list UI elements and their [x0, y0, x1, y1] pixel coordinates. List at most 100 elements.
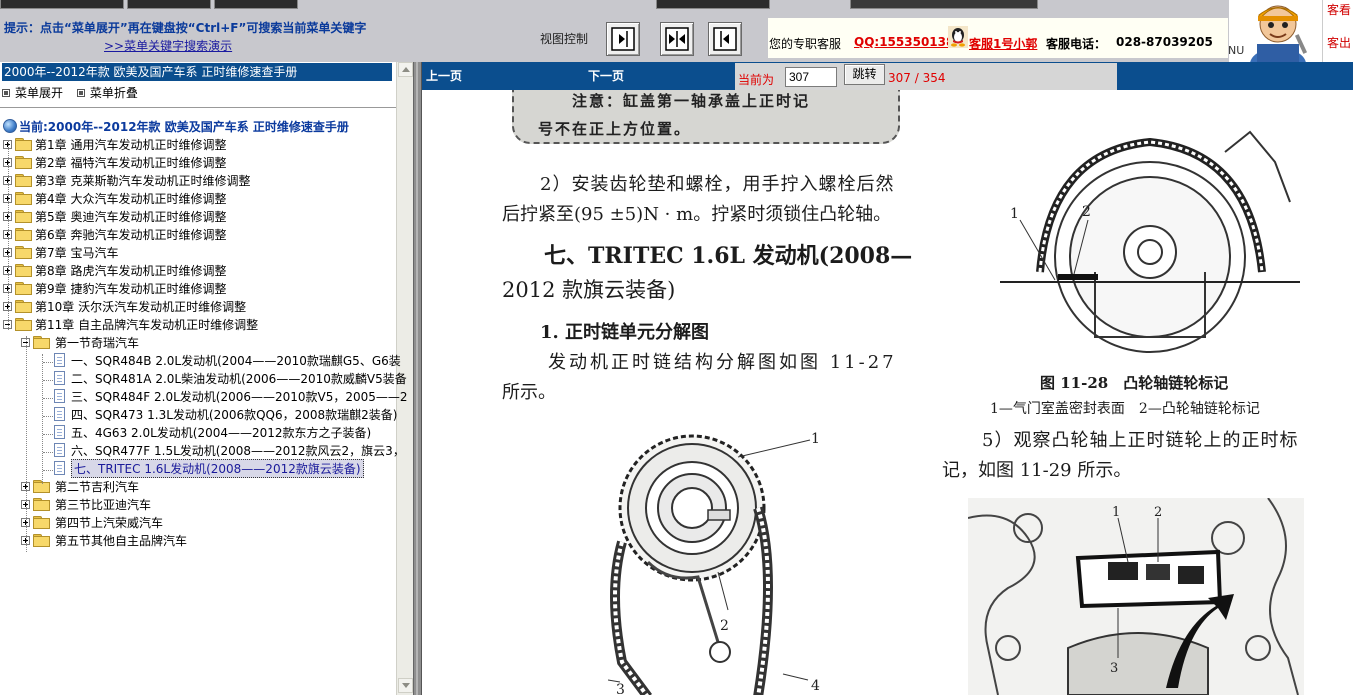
camshaft-timing-mark-photo: 1 2 3 — [968, 498, 1304, 695]
step-5-line-1: 5）观察凸轮轴上正时链轮上的正时标 — [982, 430, 1299, 451]
tree-doc-item[interactable]: 七、TRITEC 1.6L发动机(2008——2012款旗云装备) — [54, 458, 364, 478]
tree-doc-item[interactable]: 二、SQR481A 2.0L柴油发动机(2006——2010款威麟V5装备 — [54, 369, 407, 387]
step-2-line-1: 2）安装齿轮垫和螺栓，用手拧入螺栓后然 — [540, 174, 895, 195]
folder-icon — [15, 210, 32, 223]
page-navigation-bar: 上一页 下一页 当前为 跳转 307 / 354 — [422, 62, 1353, 90]
tree-doc-label: 七、TRITEC 1.6L发动机(2008——2012款旗云装备) — [71, 458, 364, 478]
callout-4: 4 — [811, 678, 820, 694]
section-heading-line-1: 七、TRITEC 1.6L 发动机(2008— — [544, 243, 913, 269]
qq-penguin-icon[interactable] — [948, 26, 968, 48]
tree-chapter-10[interactable]: 第10章 沃尔沃汽车发动机正时维修调整 — [3, 297, 246, 315]
side-links: 客看 客出 — [1322, 0, 1353, 62]
fig29-callout-1: 1 — [1112, 505, 1120, 520]
tree-doc-label: 四、SQR473 1.3L发动机(2006款QQ6，2008款瑞麒2装备) — [71, 407, 398, 422]
search-demo-link[interactable]: >>菜单关键字搜索演示 — [104, 37, 232, 54]
menu-expand-button[interactable]: 菜单展开 — [2, 84, 63, 101]
tree-chapter-3[interactable]: 第3章 克莱斯勒汽车发动机正时维修调整 — [3, 171, 250, 189]
tree-section-2[interactable]: 第二节吉利汽车 — [21, 477, 139, 495]
qq-link[interactable]: QQ:1553501388 — [854, 35, 963, 49]
phone-label: 客服电话： — [1046, 37, 1107, 51]
folder-icon — [15, 156, 32, 169]
callout-1: 1 — [811, 431, 820, 447]
goto-page-button[interactable]: 跳转 — [844, 64, 885, 85]
folder-open-icon — [15, 318, 32, 331]
document-icon — [54, 353, 65, 367]
tree-chapter-label: 第1章 通用汽车发动机正时维修调整 — [35, 137, 227, 152]
folder-icon — [33, 516, 50, 529]
top-menu-button-3[interactable] — [214, 0, 298, 9]
tree-doc-item[interactable]: 四、SQR473 1.3L发动机(2006款QQ6，2008款瑞麒2装备) — [54, 405, 398, 423]
search-tip-text: 提示：点击“菜单展开”再在键盘按“Ctrl+F”可搜索当前菜单关键字 — [4, 21, 367, 35]
view-left-button[interactable] — [708, 22, 742, 56]
next-page-link[interactable]: 下一页 — [588, 67, 624, 84]
scroll-up-icon — [402, 67, 410, 72]
folder-icon — [15, 246, 32, 259]
menu-tree-panel: 2000年--2012年款 欧美及国产车系 正时维修速查手册 菜单展开 菜单折叠… — [0, 62, 413, 695]
tree-chapter-5[interactable]: 第5章 奥迪汽车发动机正时维修调整 — [3, 207, 226, 225]
camshaft-sprocket-diagram: 1 2 — [1000, 130, 1300, 353]
folder-icon — [15, 300, 32, 313]
page-count: 307 / 354 — [888, 71, 946, 85]
folder-icon — [15, 282, 32, 295]
folder-open-icon — [33, 336, 50, 349]
body-line-2: 所示。 — [502, 382, 556, 403]
top-menu-button-4[interactable] — [656, 0, 770, 9]
tree-chapter-2[interactable]: 第2章 福特汽车发动机正时维修调整 — [3, 153, 226, 171]
tree-doc-item[interactable]: 三、SQR484F 2.0L发动机(2006——2010款V5，2005——2 — [54, 387, 408, 405]
tree-connector-line — [43, 362, 53, 363]
prev-page-link[interactable]: 上一页 — [426, 67, 462, 84]
tree-chapter-8[interactable]: 第8章 路虎汽车发动机正时维修调整 — [3, 261, 226, 279]
tree-section-5[interactable]: 第五节其他自主品牌汽车 — [21, 531, 187, 549]
menu-divider — [0, 107, 396, 108]
side-link-bottom[interactable]: 客出 — [1327, 34, 1351, 51]
tree-chapter-label: 第2章 福特汽车发动机正时维修调整 — [35, 155, 227, 170]
menu-collapse-button[interactable]: 菜单折叠 — [76, 84, 138, 101]
tree-chapter-6[interactable]: 第6章 奔驰汽车发动机正时维修调整 — [3, 225, 226, 243]
scroll-down-button[interactable] — [398, 678, 413, 693]
tree-chapter-label: 第8章 路虎汽车发动机正时维修调整 — [35, 263, 227, 278]
tree-chapter-label: 第6章 奔驰汽车发动机正时维修调整 — [35, 227, 227, 242]
top-banner-button[interactable] — [850, 0, 1038, 9]
view-control-label: 视图控制 — [540, 32, 589, 46]
top-menu-button-1[interactable] — [0, 0, 124, 9]
service-agent-link[interactable]: 客服1号小郭 — [969, 35, 1037, 52]
tree-doc-label: 五、4G63 2.0L发动机(2004——2012款东方之子装备) — [71, 425, 372, 440]
fig28-callout-2: 2 — [1082, 204, 1091, 220]
tree-doc-label: 二、SQR481A 2.0L柴油发动机(2006——2010款威麟V5装备 — [71, 371, 407, 386]
folder-icon — [15, 264, 32, 277]
top-menu-button-2[interactable] — [127, 0, 211, 9]
nu-text: NU — [1228, 44, 1245, 57]
callout-3: 3 — [616, 682, 625, 695]
folder-icon — [15, 174, 32, 187]
view-right-button[interactable] — [606, 22, 640, 56]
tree-doc-item[interactable]: 五、4G63 2.0L发动机(2004——2012款东方之子装备) — [54, 423, 371, 441]
tree-chapter-11[interactable]: 第11章 自主品牌汽车发动机正时维修调整 — [3, 315, 258, 333]
document-icon — [54, 389, 65, 403]
panel-splitter[interactable] — [413, 62, 422, 695]
tree-connector-line — [42, 354, 43, 484]
app-window: 提示：点击“菜单展开”再在键盘按“Ctrl+F”可搜索当前菜单关键字 >>菜单关… — [0, 0, 1353, 695]
expand-square-icon — [2, 88, 10, 97]
current-page-label: 当前为 — [738, 73, 775, 87]
current-manual-row[interactable]: 当前:2000年--2012年款 欧美及国产车系 正时维修速查手册 — [3, 117, 349, 135]
tree-chapter-1[interactable]: 第1章 通用汽车发动机正时维修调整 — [3, 135, 226, 153]
tree-doc-item[interactable]: 六、SQR477F 1.5L发动机(2008——2012款风云2，旗云3， — [54, 441, 405, 459]
page-number-input[interactable] — [785, 67, 837, 87]
phone-number: 028-87039205 — [1116, 35, 1213, 49]
side-link-top[interactable]: 客看 — [1327, 1, 1351, 18]
fig29-callout-3: 3 — [1110, 661, 1118, 676]
scroll-up-button[interactable] — [398, 62, 413, 77]
tree-doc-item[interactable]: 一、SQR484B 2.0L发动机(2004——2010款瑞麒G5、G6装 — [54, 351, 401, 369]
tree-chapter-7[interactable]: 第7章 宝马汽车 — [3, 243, 118, 261]
view-split-button[interactable] — [660, 22, 694, 56]
customer-service-panel: 您的专职客服 QQ:1553501388 客服1号小郭 客服电话： 028-87… — [768, 18, 1228, 58]
tree-section-open[interactable]: 第一节奇瑞汽车 — [21, 333, 139, 351]
page-jump-box: 当前为 跳转 307 / 354 — [735, 63, 1117, 90]
tree-section-4[interactable]: 第四节上汽荣威汽车 — [21, 513, 163, 531]
collapse-square-icon — [76, 88, 85, 97]
tree-section-3[interactable]: 第三节比亚迪汽车 — [21, 495, 151, 513]
tree-chapter-9[interactable]: 第9章 捷豹汽车发动机正时维修调整 — [3, 279, 226, 297]
folder-icon — [15, 228, 32, 241]
tree-chapter-4[interactable]: 第4章 大众汽车发动机正时维修调整 — [3, 189, 226, 207]
service-label: 您的专职客服 — [769, 37, 842, 51]
